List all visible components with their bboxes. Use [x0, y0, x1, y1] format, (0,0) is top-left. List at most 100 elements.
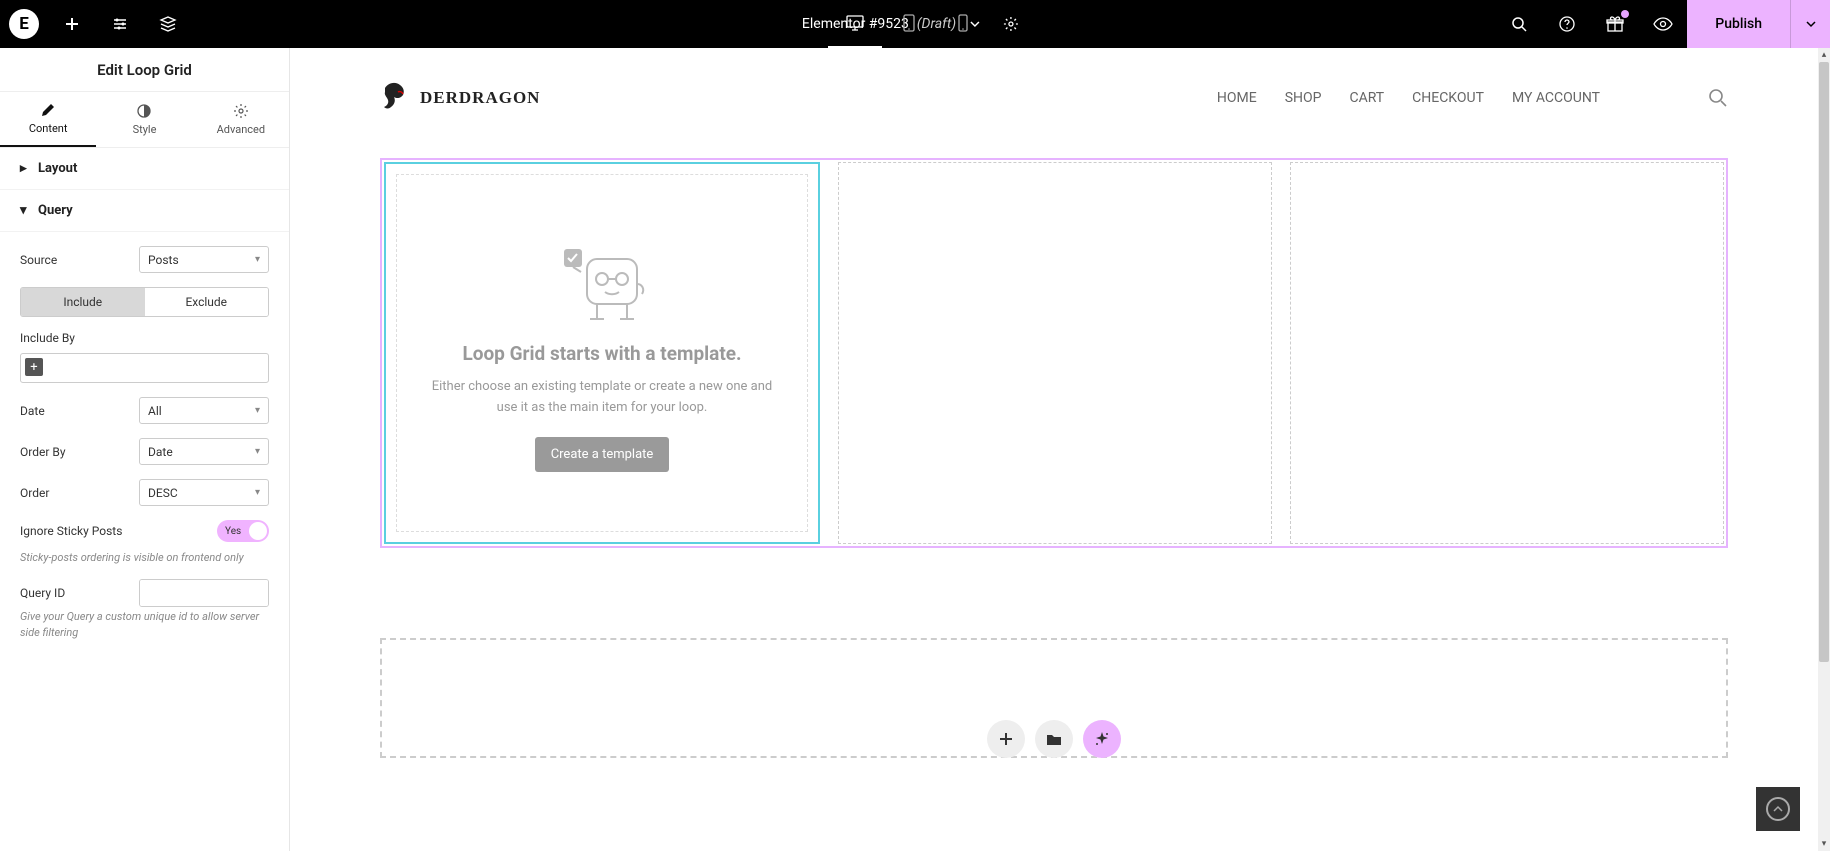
- date-label: Date: [20, 404, 45, 418]
- elementor-logo[interactable]: E: [0, 0, 48, 48]
- tab-advanced-label: Advanced: [217, 123, 265, 136]
- tab-style-label: Style: [133, 123, 157, 136]
- chevron-down-icon: ▾: [255, 446, 260, 457]
- settings-sliders-button[interactable]: [96, 0, 144, 48]
- include-by-input[interactable]: +: [20, 353, 269, 383]
- template-mascot-icon: [542, 234, 662, 324]
- plus-icon: [999, 732, 1013, 746]
- source-value: Posts: [148, 253, 179, 267]
- add-widget-button[interactable]: [48, 0, 96, 48]
- tab-content[interactable]: Content: [0, 92, 96, 147]
- ai-button[interactable]: [1083, 720, 1121, 758]
- whats-new-button[interactable]: [1591, 0, 1639, 48]
- panel-tabs: Content Style Advanced: [0, 92, 289, 148]
- caret-down-icon: ▾: [20, 203, 30, 218]
- sparkle-icon: [1094, 731, 1110, 747]
- dropzone-actions: [987, 720, 1121, 758]
- query-id-input-wrap: [139, 579, 269, 607]
- chevron-down-icon: ▾: [255, 487, 260, 498]
- loop-cell-1[interactable]: Loop Grid starts with a template. Either…: [384, 162, 820, 544]
- notification-dot: [1621, 10, 1629, 18]
- loop-placeholder: Loop Grid starts with a template. Either…: [396, 174, 808, 532]
- sticky-toggle[interactable]: Yes: [217, 520, 269, 542]
- date-row: Date All ▾: [20, 397, 269, 424]
- folder-icon: [1046, 732, 1062, 746]
- canvas-scrollbar[interactable]: ▴ ▾: [1818, 48, 1830, 851]
- device-mobile-button[interactable]: [936, 0, 990, 48]
- exclude-tab[interactable]: Exclude: [145, 288, 269, 316]
- publish-button[interactable]: Publish: [1687, 0, 1790, 48]
- section-query-label: Query: [38, 203, 73, 218]
- search-icon: [1708, 88, 1728, 108]
- orderby-value: Date: [148, 445, 173, 459]
- add-term-button[interactable]: +: [25, 358, 43, 376]
- orderby-select[interactable]: Date ▾: [139, 438, 269, 465]
- topbar-left: E: [0, 0, 192, 48]
- site-logo[interactable]: DERDRAGON: [380, 80, 540, 116]
- editor-canvas: DERDRAGON HOME SHOP CART CHECKOUT MY ACC…: [290, 48, 1818, 851]
- add-template-button[interactable]: [1035, 720, 1073, 758]
- panel-title: Edit Loop Grid: [0, 48, 289, 92]
- tab-style[interactable]: Style: [96, 92, 192, 147]
- device-desktop-button[interactable]: [828, 0, 882, 48]
- add-section-dropzone[interactable]: [380, 638, 1728, 758]
- finder-search-button[interactable]: [1495, 0, 1543, 48]
- query-id-input[interactable]: [140, 580, 269, 606]
- contrast-icon: [136, 103, 152, 119]
- query-id-label: Query ID: [20, 586, 65, 600]
- include-tab[interactable]: Include: [21, 288, 145, 316]
- publish-options-caret[interactable]: [1790, 0, 1830, 48]
- scroll-up-arrow[interactable]: ▴: [1818, 48, 1830, 62]
- source-label: Source: [20, 253, 57, 267]
- include-by-label: Include By: [20, 331, 269, 345]
- order-value: DESC: [148, 486, 178, 500]
- sticky-help-text: Sticky-posts ordering is visible on fron…: [20, 550, 269, 565]
- loop-grid-widget[interactable]: Loop Grid starts with a template. Either…: [380, 158, 1728, 548]
- site-search-button[interactable]: [1708, 88, 1728, 108]
- section-query-body: Source Posts ▾ Include Exclude Include B…: [0, 232, 289, 664]
- create-template-button[interactable]: Create a template: [535, 437, 670, 472]
- include-exclude-segment: Include Exclude: [20, 287, 269, 317]
- device-tablet-button[interactable]: [882, 0, 936, 48]
- dragon-icon: [380, 80, 420, 116]
- nav-checkout[interactable]: CHECKOUT: [1412, 90, 1484, 106]
- section-query-head[interactable]: ▾ Query: [0, 190, 289, 232]
- help-button[interactable]: [1543, 0, 1591, 48]
- loop-cell-2[interactable]: [838, 162, 1272, 544]
- site-nav: HOME SHOP CART CHECKOUT MY ACCOUNT: [1217, 88, 1728, 108]
- scroll-down-arrow[interactable]: ▾: [1818, 837, 1830, 851]
- chevron-down-icon: ▾: [255, 254, 260, 265]
- navigator-button[interactable]: [144, 0, 192, 48]
- chevron-down-icon: ▾: [255, 405, 260, 416]
- scroll-to-top-button[interactable]: [1756, 787, 1800, 831]
- query-id-help-text: Give your Query a custom unique id to al…: [20, 609, 269, 640]
- sticky-row: Ignore Sticky Posts Yes: [20, 520, 269, 542]
- sticky-label: Ignore Sticky Posts: [20, 524, 122, 538]
- scrollbar-thumb[interactable]: [1819, 62, 1829, 662]
- preview-button[interactable]: [1639, 0, 1687, 48]
- loop-placeholder-heading: Loop Grid starts with a template.: [462, 342, 741, 365]
- elementor-logo-icon: E: [9, 9, 39, 39]
- nav-my-account[interactable]: MY ACCOUNT: [1512, 90, 1600, 106]
- pencil-icon: [40, 102, 56, 118]
- loop-placeholder-desc: Either choose an existing template or cr…: [427, 377, 777, 419]
- loop-grid-container: Loop Grid starts with a template. Either…: [384, 162, 1724, 544]
- date-value: All: [148, 404, 162, 418]
- editor-sidebar: Edit Loop Grid Content Style Advanced ▸ …: [0, 48, 290, 851]
- nav-shop[interactable]: SHOP: [1285, 90, 1322, 106]
- source-select[interactable]: Posts ▾: [139, 246, 269, 273]
- nav-home[interactable]: HOME: [1217, 90, 1257, 106]
- section-layout-head[interactable]: ▸ Layout: [0, 148, 289, 190]
- add-section-button[interactable]: [987, 720, 1025, 758]
- topbar-right: Publish: [1495, 0, 1830, 48]
- orderby-label: Order By: [20, 445, 66, 459]
- tab-content-label: Content: [29, 122, 68, 135]
- date-select[interactable]: All ▾: [139, 397, 269, 424]
- order-select[interactable]: DESC ▾: [139, 479, 269, 506]
- loop-cell-3[interactable]: [1290, 162, 1724, 544]
- gear-icon: [233, 103, 249, 119]
- query-id-row: Query ID: [20, 579, 269, 607]
- document-settings-button[interactable]: [994, 0, 1028, 48]
- tab-advanced[interactable]: Advanced: [193, 92, 289, 147]
- nav-cart[interactable]: CART: [1349, 90, 1384, 106]
